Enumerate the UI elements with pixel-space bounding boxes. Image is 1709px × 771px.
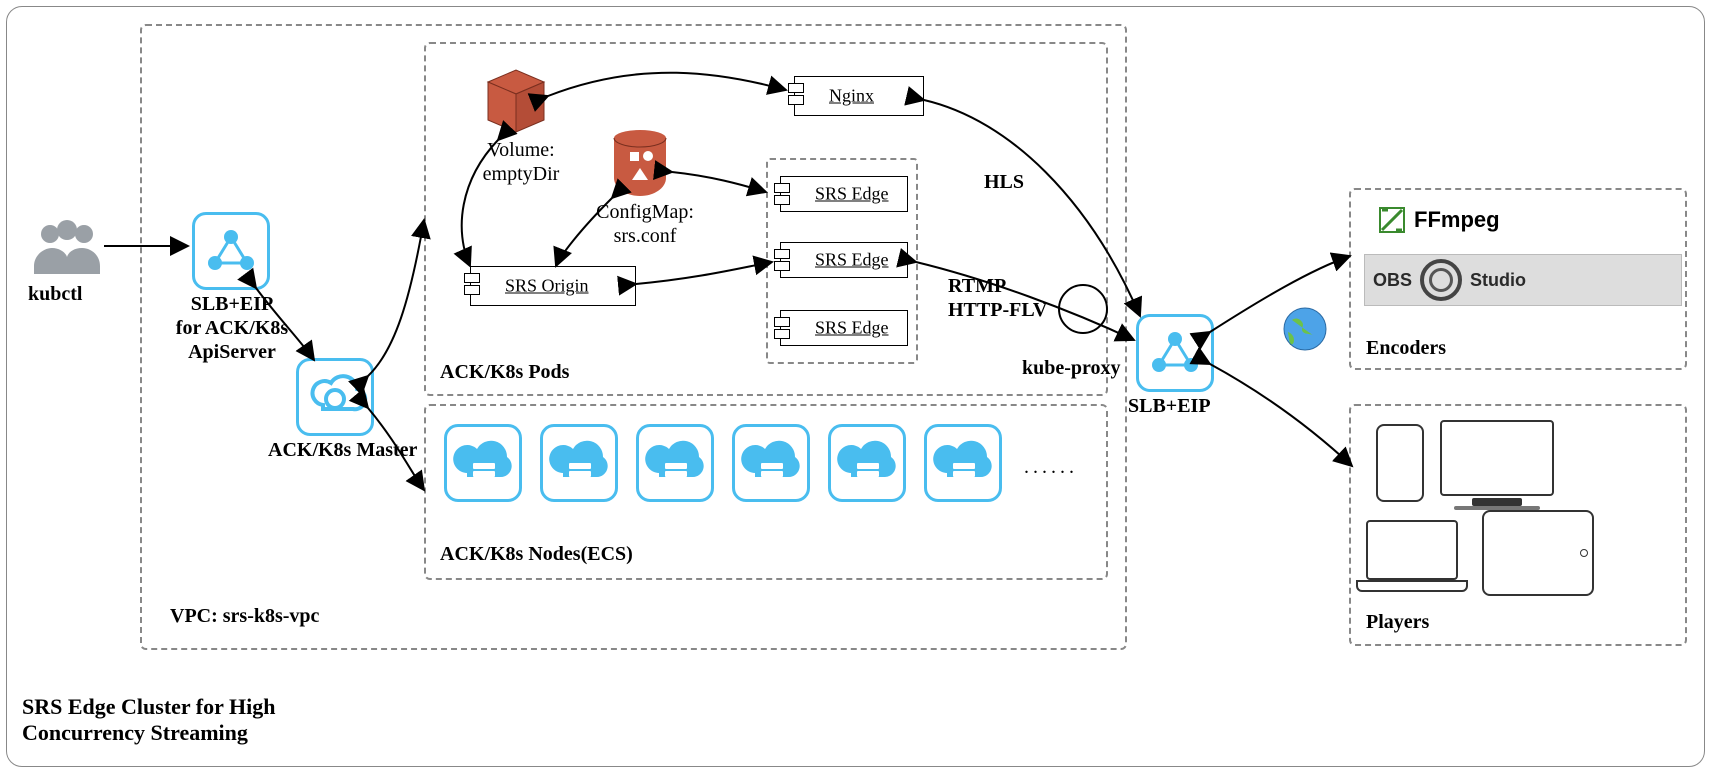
node-icon — [732, 424, 810, 502]
node-icon — [444, 424, 522, 502]
srs-origin-component: SRS Origin — [470, 266, 636, 306]
slb-eip-icon — [1136, 314, 1214, 392]
node-icon — [636, 424, 714, 502]
srs-origin-label: SRS Origin — [505, 276, 627, 297]
master-icon — [296, 358, 374, 436]
srs-edge-1: SRS Edge — [780, 176, 908, 212]
encoders-label: Encoders — [1366, 336, 1446, 360]
obs-ring-icon — [1420, 259, 1462, 301]
monitor-icon — [1440, 420, 1554, 510]
players-label: Players — [1366, 610, 1429, 634]
obs-label-1: OBS — [1373, 270, 1412, 291]
diagram-title: SRS Edge Cluster for High Concurrency St… — [22, 694, 282, 747]
tablet-icon — [1482, 510, 1594, 596]
srs-edge-3: SRS Edge — [780, 310, 908, 346]
rtmp-flv-label: RTMP HTTP-FLV — [948, 274, 1047, 322]
kube-proxy-ring — [1058, 284, 1108, 334]
kube-proxy-label: kube-proxy — [1022, 356, 1121, 380]
ffmpeg-logo: FFmpeg — [1378, 206, 1500, 234]
nodes-ellipsis: ...... — [1024, 456, 1078, 479]
ffmpeg-label: FFmpeg — [1414, 207, 1500, 233]
vpc-label: VPC: srs-k8s-vpc — [170, 604, 319, 628]
node-icon — [924, 424, 1002, 502]
kubectl-label: kubctl — [28, 282, 82, 306]
volume-icon — [486, 66, 546, 141]
srs-edge-label: SRS Edge — [815, 250, 899, 271]
nodes-row: ...... — [444, 424, 1078, 502]
node-icon — [828, 424, 906, 502]
users-icon — [30, 218, 104, 281]
nginx-component: Nginx — [794, 76, 924, 116]
srs-edge-label: SRS Edge — [815, 184, 899, 205]
phone-icon — [1376, 424, 1424, 502]
nodes-label: ACK/K8s Nodes(ECS) — [440, 542, 633, 566]
slb-apiserver-label: SLB+EIP for ACK/K8s ApiServer — [162, 292, 302, 364]
srs-edge-2: SRS Edge — [780, 242, 908, 278]
master-label: ACK/K8s Master — [268, 438, 417, 462]
node-icon — [540, 424, 618, 502]
pods-label: ACK/K8s Pods — [440, 360, 569, 384]
obs-logo: OBS Studio — [1364, 254, 1682, 306]
nginx-label: Nginx — [829, 86, 915, 107]
globe-icon — [1282, 306, 1328, 357]
hls-label: HLS — [984, 170, 1024, 194]
configmap-label: ConfigMap: srs.conf — [580, 200, 710, 248]
configmap-icon — [608, 128, 672, 205]
slb-eip-label: SLB+EIP — [1128, 394, 1211, 418]
volume-label: Volume: emptyDir — [466, 138, 576, 186]
obs-label-2: Studio — [1470, 270, 1526, 291]
srs-edge-label: SRS Edge — [815, 318, 899, 339]
slb-apiserver-icon — [192, 212, 270, 290]
laptop-icon — [1366, 520, 1468, 592]
diagram-root: VPC: srs-k8s-vpc ACK/K8s Pods ACK/K8s No… — [0, 0, 1709, 771]
